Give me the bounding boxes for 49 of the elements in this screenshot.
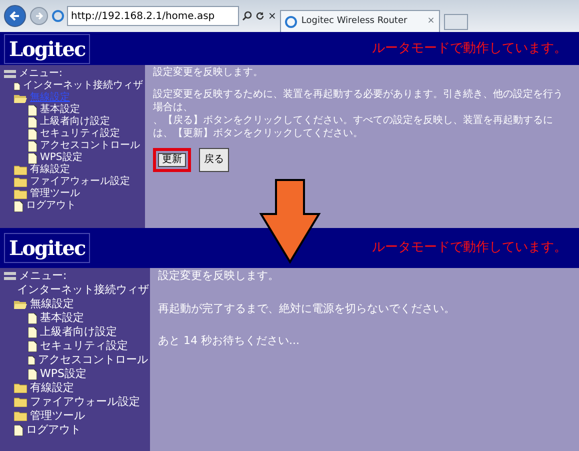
mode-status-text: ルータモードで動作しています。	[372, 40, 567, 58]
menu-item[interactable]: インターネット接続ウィザ	[12, 283, 148, 297]
menu-item[interactable]: 基本設定	[26, 104, 143, 116]
menu-item[interactable]: 無線設定	[12, 297, 148, 311]
menu-item[interactable]: アクセスコントロール	[26, 353, 148, 367]
back-arrow-icon	[9, 10, 21, 22]
menu-title: メニュー:	[2, 68, 143, 80]
message-text: 、【戻る】ボタンをクリックしてください。すべての設定を反映し、装置を再起動するには、【更新】ボタンをクリックしてください。	[153, 114, 554, 140]
menu-item[interactable]: ファイアウォール設定	[12, 395, 148, 409]
logo: Logitec	[4, 34, 90, 64]
back-button[interactable]	[4, 5, 26, 27]
menu-item[interactable]: セキュリティ設定	[26, 128, 143, 140]
menu-item[interactable]: ログアウト	[12, 200, 143, 212]
stop-button[interactable]: ×	[268, 8, 276, 24]
menu-item[interactable]: WPS設定	[26, 152, 143, 164]
message-text: 再起動が完了するまで、絶対に電源を切らないでください。	[158, 300, 456, 316]
menu-item[interactable]: 基本設定	[26, 311, 148, 325]
form-button[interactable]: 戻る	[199, 148, 229, 172]
computer-icon	[4, 70, 16, 78]
menu-item[interactable]: 管理ツール	[12, 409, 148, 423]
new-tab-button[interactable]	[444, 14, 468, 30]
menu-item[interactable]: 有線設定	[12, 164, 143, 176]
menu-item[interactable]: WPS設定	[26, 367, 148, 381]
menu-item[interactable]: インターネット接続ウィザ	[12, 80, 143, 92]
message-text: あと 14 秒お待ちください...	[158, 333, 300, 349]
forward-button[interactable]	[30, 7, 48, 25]
menu-item[interactable]: 有線設定	[12, 381, 148, 395]
heading: 設定変更を反映します。	[158, 268, 280, 284]
tab-close-button[interactable]: ×	[427, 14, 435, 28]
menu-item[interactable]: セキュリティ設定	[26, 339, 148, 353]
form-button[interactable]: 更新	[153, 148, 191, 172]
computer-icon	[4, 272, 16, 280]
menu-item[interactable]: ログアウト	[12, 423, 148, 437]
menu-item[interactable]: 上級者向け設定	[26, 325, 148, 339]
menu-item[interactable]: ファイアウォール設定	[12, 176, 143, 188]
menu-title: メニュー:	[2, 269, 148, 283]
mode-status-text: ルータモードで動作しています。	[372, 239, 567, 258]
logo: Logitec	[4, 233, 90, 263]
address-field[interactable]: http://192.168.2.1/home.asp	[67, 6, 239, 26]
menu-item[interactable]: 上級者向け設定	[26, 116, 143, 128]
menu-item[interactable]: アクセスコントロール	[26, 140, 143, 152]
message-text: 設定変更を反映するために、装置を再起動する必要があります。引き続き、他の設定を行う場合は、	[153, 88, 564, 114]
forward-arrow-icon	[34, 11, 44, 21]
menu-item[interactable]: 管理ツール	[12, 188, 143, 200]
search-icon	[242, 11, 252, 21]
heading: 設定変更を反映します。	[153, 66, 264, 80]
refresh-icon	[255, 11, 265, 21]
tab-title: Logitec Wireless Router	[301, 14, 408, 28]
browser-tab[interactable]: Logitec Wireless Router ×	[280, 10, 440, 32]
